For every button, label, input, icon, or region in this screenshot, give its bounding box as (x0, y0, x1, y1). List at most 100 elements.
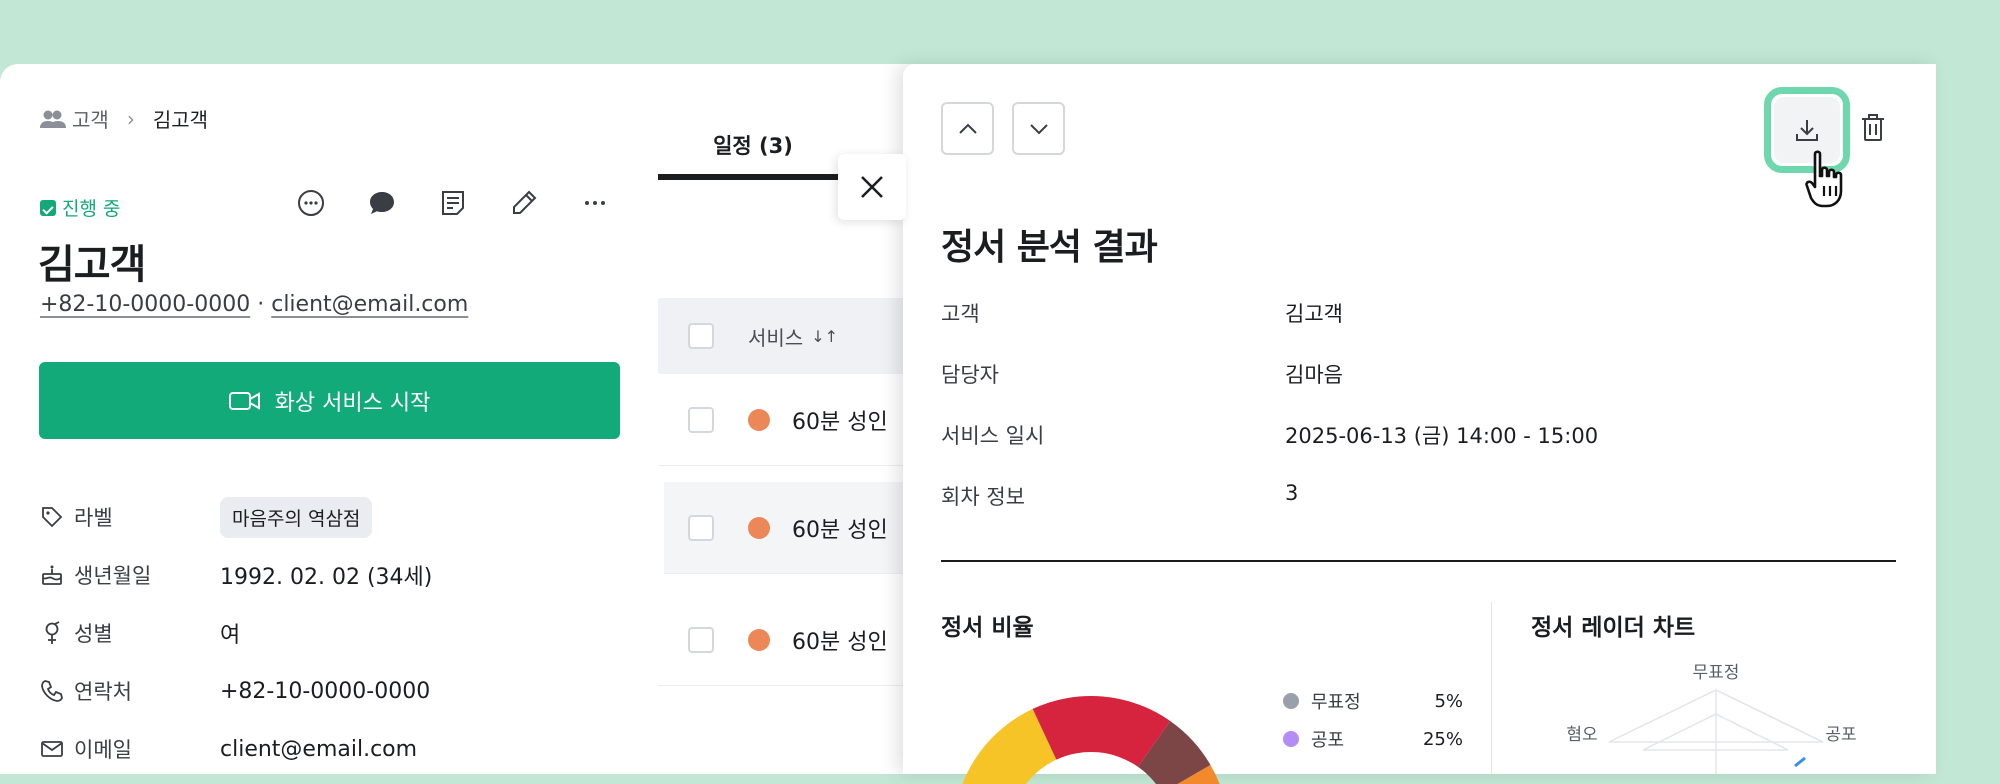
start-video-button[interactable]: 화상 서비스 시작 (39, 362, 620, 439)
legend-percent: 5% (1434, 690, 1463, 712)
next-button[interactable] (1012, 102, 1065, 155)
client-fields: 라벨 마음주의 역삼점 생년월일 1992. 02. 02 (34세) 성별 여… (40, 488, 640, 774)
tab-schedule[interactable]: 일정 (3) (658, 130, 848, 160)
mail-icon (41, 741, 63, 757)
field-key: 연락처 (74, 680, 132, 704)
radar-series-line (1794, 756, 1806, 768)
people-icon (40, 110, 66, 128)
row-service: 60분 성인 (792, 629, 888, 655)
field-gender-row: 성별 여 (40, 604, 640, 662)
previous-button[interactable] (941, 102, 994, 155)
pencil-icon (513, 190, 537, 214)
info-value: 3 (1285, 481, 1299, 505)
label-chip[interactable]: 마음주의 역삼점 (220, 496, 373, 538)
client-contact: +82-10-0000-0000 · client@email.com (40, 292, 468, 317)
table-row[interactable]: 60분 성인 (658, 374, 918, 466)
info-key: 담당자 (941, 363, 999, 387)
field-value: +82-10-0000-0000 (220, 678, 431, 704)
chat-bubble-button[interactable] (292, 184, 330, 222)
info-value: 2025-06-13 (금) 14:00 - 15:00 (1285, 424, 1599, 448)
legend-item: 무표정 5% (1283, 682, 1463, 720)
gender-icon (45, 621, 60, 644)
chevron-right-icon: › (126, 106, 135, 131)
field-value: 1992. 02. 02 (34세) (220, 565, 433, 590)
edit-button[interactable] (505, 184, 543, 222)
session-info: 고객 김고객 담당자 김마음 서비스 일시 2025-06-13 (금) 14:00 … (941, 298, 1896, 542)
row-checkbox[interactable] (688, 626, 714, 653)
status-badge: 진행 중 (40, 194, 120, 221)
close-icon (861, 176, 883, 198)
client-email-link[interactable]: client@email.com (271, 292, 468, 317)
emotion-donut-chart (962, 696, 1220, 784)
field-key: 이메일 (74, 738, 132, 762)
field-phone-row: 연락처 +82-10-0000-0000 (40, 662, 640, 720)
info-value: 김마음 (1285, 363, 1343, 387)
client-name: 김고객 (38, 242, 146, 288)
field-label-row: 라벨 마음주의 역삼점 (40, 488, 640, 546)
section-divider (941, 560, 1896, 562)
tag-icon (42, 507, 63, 528)
legend-swatch (1283, 693, 1299, 709)
row-service: 60분 성인 (792, 517, 888, 543)
chat-dots-icon (298, 190, 324, 216)
info-row: 서비스 일시 2025-06-13 (금) 14:00 - 15:00 (941, 420, 1896, 481)
field-key: 생년월일 (74, 564, 152, 588)
drawer-title: 정서 분석 결과 (941, 227, 1158, 268)
row-checkbox[interactable] (688, 406, 714, 433)
table-row[interactable]: 60분 성인 (658, 594, 918, 686)
column-header-service[interactable]: 서비스 (748, 322, 803, 351)
legend-item: 공포 25% (1283, 720, 1463, 758)
emotion-analysis-drawer: 정서 분석 결과 고객 김고객 담당자 김마음 서비스 일시 2025-06-13 (… (903, 64, 1936, 784)
status-label: 진행 중 (62, 198, 121, 220)
close-drawer-button[interactable] (838, 154, 906, 220)
phone-icon (41, 680, 63, 702)
info-row: 담당자 김마음 (941, 359, 1896, 420)
radar-axis-label: 공포 (1825, 725, 1856, 744)
message-icon (370, 192, 394, 214)
info-key: 고객 (941, 302, 980, 326)
download-icon (1796, 120, 1818, 141)
chevron-down-icon (1029, 123, 1048, 134)
client-detail-panel: 고객 › 김고객 진행 중 김고객 +82-10-0000-0000 · cli… (0, 64, 660, 774)
hand-pointer-icon (1805, 150, 1843, 208)
radar-chart-title: 정서 레이더 차트 (1531, 615, 1696, 641)
legend-percent: 25% (1422, 728, 1463, 750)
message-button[interactable] (363, 184, 401, 222)
legend-name: 무표정 (1311, 692, 1361, 713)
status-dot (748, 408, 770, 431)
info-value: 김고객 (1285, 302, 1343, 326)
row-service: 60분 성인 (792, 409, 888, 435)
delete-button[interactable] (1855, 109, 1891, 145)
client-phone-link[interactable]: +82-10-0000-0000 (40, 292, 250, 317)
ratio-chart-title: 정서 비율 (941, 615, 1034, 641)
calendar-check-icon (40, 199, 56, 216)
cake-icon (42, 565, 62, 585)
row-checkbox[interactable] (688, 514, 714, 541)
legend-swatch (1283, 731, 1299, 747)
field-value: client@email.com (220, 736, 418, 762)
radar-axis-label: 무표정 (1693, 663, 1740, 682)
trash-icon (1862, 114, 1884, 141)
breadcrumb: 고객 › 김고객 (40, 104, 208, 133)
table-row[interactable]: 60분 성인 (664, 482, 918, 574)
breadcrumb-parent[interactable]: 고객 (72, 104, 109, 133)
info-row: 회차 정보 3 (941, 481, 1896, 542)
status-dot (748, 516, 770, 539)
contact-separator: · (257, 292, 265, 317)
field-key: 라벨 (74, 506, 113, 530)
status-dot (748, 628, 770, 651)
sort-icon[interactable]: ↓↑ (811, 327, 838, 346)
schedule-table-header: 서비스 ↓↑ (658, 298, 918, 374)
donut-legend: 무표정 5% 공포 25% (1283, 682, 1463, 758)
note-button[interactable] (434, 184, 472, 222)
radar-grid (1608, 689, 1824, 774)
info-row: 고객 김고객 (941, 298, 1896, 359)
start-video-label: 화상 서비스 시작 (274, 390, 431, 416)
more-button[interactable] (576, 184, 614, 222)
emotion-radar-chart: 무표정 공포 혐오 (1566, 663, 1857, 774)
more-horizontal-icon (585, 201, 605, 205)
legend-name: 공포 (1311, 730, 1345, 751)
select-all-checkbox[interactable] (688, 323, 714, 349)
video-camera-icon (228, 391, 260, 410)
radar-axis-label: 혐오 (1566, 725, 1597, 744)
